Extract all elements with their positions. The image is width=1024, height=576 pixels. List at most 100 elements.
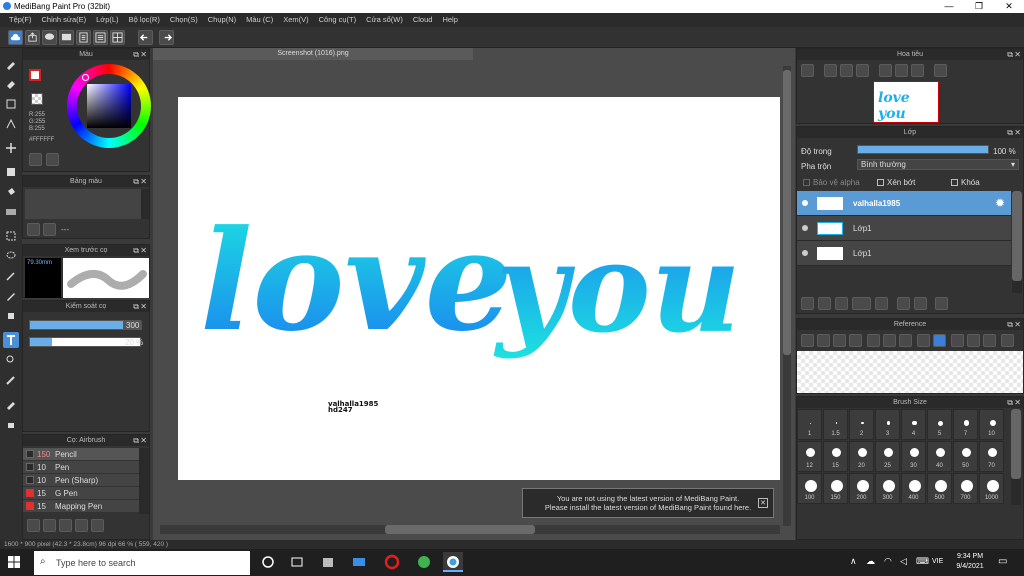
close-panel-icon[interactable]: ✕ (140, 301, 147, 312)
brush-size-option[interactable]: 12 (797, 441, 822, 472)
brush-tool-icon[interactable] (3, 56, 19, 72)
close-panel-icon[interactable]: ✕ (1014, 397, 1021, 408)
fit-icon[interactable] (840, 64, 853, 77)
chat-icon[interactable] (42, 30, 57, 45)
brush-size-option[interactable]: 3 (875, 409, 900, 440)
reference-open-icon[interactable] (817, 334, 830, 347)
reference-cloud-icon[interactable] (801, 334, 814, 347)
add-layer-menu-icon[interactable] (852, 297, 871, 310)
eyedropper-tool-icon[interactable] (3, 396, 19, 412)
onedrive-icon[interactable]: ☁ (866, 556, 875, 567)
visibility-icon[interactable] (802, 250, 808, 256)
document-tab[interactable]: Screenshot (1016).png (153, 48, 473, 60)
layer-scrollbar[interactable] (1012, 191, 1022, 293)
undock-icon[interactable]: ⧉ (133, 435, 139, 446)
layer-row[interactable]: valhalla1985 ✹ (797, 191, 1011, 216)
brush-settings-icon[interactable] (59, 519, 72, 532)
brush-size-option[interactable]: 1 (797, 409, 822, 440)
taskbar-search-box[interactable]: ⌕ Type here to search (34, 551, 250, 575)
undock-icon[interactable]: ⧉ (1007, 49, 1013, 60)
hand-tool-icon[interactable] (3, 416, 19, 432)
cloud-icon[interactable] (8, 30, 23, 45)
vertical-scrollbar[interactable] (783, 66, 791, 526)
task-view-icon[interactable] (287, 552, 307, 572)
brush-size-option[interactable]: 700 (953, 473, 978, 504)
brush-menu-icon[interactable] (43, 519, 56, 532)
reference-zoom-in-icon[interactable] (867, 334, 880, 347)
color-wheel[interactable] (67, 64, 151, 148)
undock-icon[interactable]: ⧉ (133, 301, 139, 312)
select-tool-icon[interactable] (3, 228, 19, 244)
duplicate-layer-icon[interactable] (897, 297, 910, 310)
gradient-tool-icon[interactable] (3, 204, 19, 220)
layer-opacity-slider[interactable] (857, 145, 989, 154)
redo-icon[interactable] (159, 30, 174, 45)
layer-settings-icon[interactable]: ✹ (995, 196, 1005, 210)
brush-size-option[interactable]: 150 (823, 473, 848, 504)
reference-close-icon[interactable] (833, 334, 846, 347)
close-button[interactable]: ✕ (994, 0, 1024, 13)
show-hidden-icons[interactable]: ∧ (850, 556, 857, 567)
select-pen-tool-icon[interactable] (3, 288, 19, 304)
brush-size-option[interactable]: 1000 (979, 473, 1004, 504)
hue-cursor-icon[interactable] (82, 74, 89, 81)
menu-file[interactable]: Tệp(F) (4, 13, 37, 27)
reset-rotation-icon[interactable] (895, 64, 908, 77)
clock[interactable]: 9:34 PM 9/4/2021 (950, 552, 990, 572)
cortana-icon[interactable] (258, 552, 278, 572)
reference-reset-icon[interactable] (967, 334, 980, 347)
close-panel-icon[interactable]: ✕ (1014, 319, 1021, 330)
delete-palette-icon[interactable] (43, 223, 56, 236)
close-panel-icon[interactable]: ✕ (140, 435, 147, 446)
brush-size-option[interactable]: 25 (875, 441, 900, 472)
brush-size-option[interactable]: 15 (823, 441, 848, 472)
menu-help[interactable]: Help (437, 13, 462, 27)
rotate-right-icon[interactable] (911, 64, 924, 77)
notice-line-2[interactable]: Please install the latest version of Med… (523, 503, 773, 512)
reference-fit-icon[interactable] (883, 334, 896, 347)
color-palette-mode-icon[interactable] (46, 153, 59, 166)
horizontal-scrollbar[interactable] (160, 525, 780, 534)
list-icon[interactable] (93, 30, 108, 45)
layer-row[interactable]: Lớp1 (797, 241, 1011, 266)
brush-size-option[interactable]: 4 (901, 409, 926, 440)
brush-size-option[interactable]: 40 (927, 441, 952, 472)
menu-window[interactable]: Cửa sổ(W) (361, 13, 408, 27)
reference-canvas[interactable] (797, 351, 1023, 393)
brush-size-option[interactable]: 200 (849, 473, 874, 504)
store-icon[interactable] (318, 552, 338, 572)
close-panel-icon[interactable]: ✕ (140, 49, 147, 60)
visibility-icon[interactable] (802, 225, 808, 231)
color-wheel-mode-icon[interactable] (29, 153, 42, 166)
protect-alpha-checkbox[interactable] (803, 179, 810, 186)
lasso-tool-icon[interactable] (3, 248, 19, 264)
brush-list-scrollbar[interactable] (139, 448, 149, 514)
move-tool-icon[interactable] (3, 140, 19, 156)
palette-swatches[interactable] (25, 189, 141, 219)
network-icon[interactable]: ◠ (884, 556, 892, 567)
minimize-button[interactable]: — (934, 0, 964, 13)
reference-flip-icon[interactable] (1001, 334, 1014, 347)
undock-icon[interactable]: ⧉ (1007, 319, 1013, 330)
navigator-thumbnail[interactable]: love you (873, 81, 939, 123)
brush-size-option[interactable]: 500 (927, 473, 952, 504)
brush-item[interactable]: 10 Pen (Sharp) (23, 474, 139, 487)
brush-size-option[interactable]: 20 (849, 441, 874, 472)
menu-layer[interactable]: Lớp(L) (91, 13, 123, 27)
brush-size-option[interactable]: 2 (849, 409, 874, 440)
magic-wand-tool-icon[interactable] (3, 268, 19, 284)
visibility-icon[interactable] (802, 200, 808, 206)
brush-size-option[interactable]: 1.5 (823, 409, 848, 440)
close-panel-icon[interactable]: ✕ (140, 245, 147, 256)
brush-item[interactable]: 10 Pen (23, 461, 139, 474)
brush-size-option[interactable]: 10 (979, 409, 1004, 440)
divide-tool-icon[interactable] (3, 372, 19, 388)
reference-hand-icon[interactable] (933, 334, 946, 347)
language-indicator[interactable]: VIE (932, 558, 943, 565)
share-icon[interactable] (25, 30, 40, 45)
undock-icon[interactable]: ⧉ (133, 245, 139, 256)
comment-icon[interactable] (59, 30, 74, 45)
brush-size-option[interactable]: 400 (901, 473, 926, 504)
menu-snap[interactable]: Chụp(N) (203, 13, 241, 27)
grid-icon[interactable] (110, 30, 125, 45)
